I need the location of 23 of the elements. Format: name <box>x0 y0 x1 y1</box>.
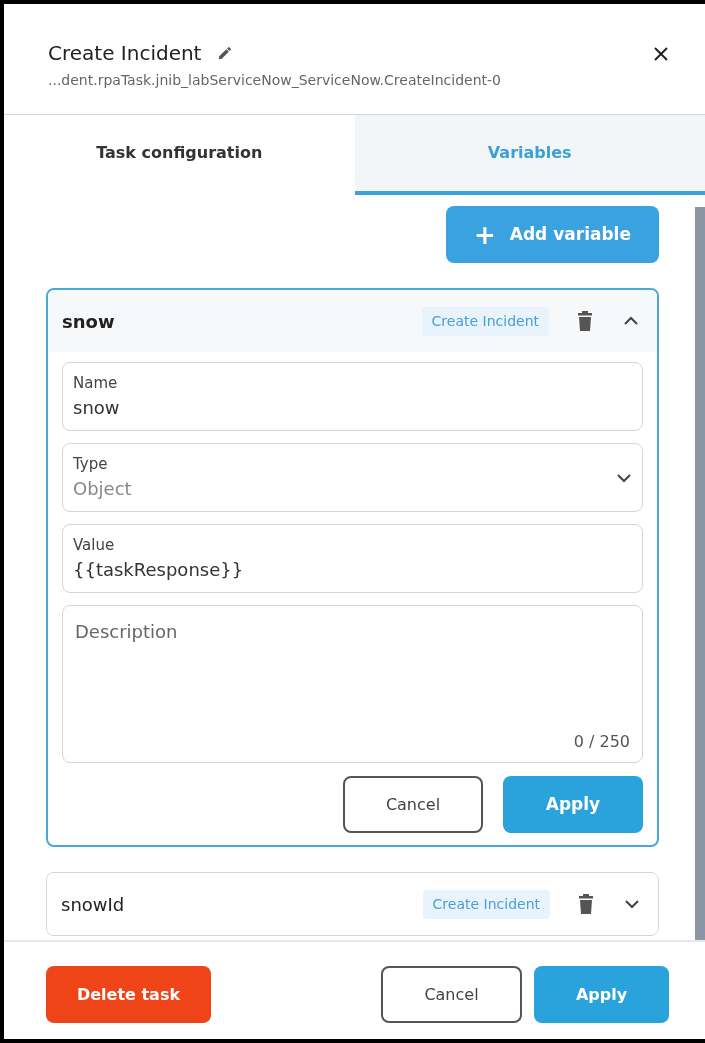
input-field[interactable]: Name snow <box>62 362 643 431</box>
cancel-button[interactable]: Cancel <box>343 776 483 833</box>
variable-name: snow <box>62 309 116 334</box>
trash-icon[interactable] <box>577 311 593 331</box>
input-field[interactable]: Value {{taskResponse}} <box>62 524 643 593</box>
task-path: ...dent.rpaTask.jnib_labServiceNow_ServiceNow.CreateIncident-0 <box>48 71 501 90</box>
task-tag: Create Incident <box>421 306 549 336</box>
description-field[interactable]: Description 0 / 250 <box>62 605 643 763</box>
trash-icon[interactable] <box>578 894 594 914</box>
delete-task-button[interactable]: Delete task <box>46 966 211 1023</box>
character-counter: 0 / 250 <box>573 731 630 753</box>
panel-title: Create Incident <box>48 40 202 67</box>
scrollbar[interactable] <box>695 207 705 940</box>
pencil-icon[interactable] <box>217 45 234 61</box>
dropdown-chevron-icon[interactable] <box>616 472 632 483</box>
cancel-button[interactable]: Cancel <box>381 966 522 1023</box>
type-dropdown[interactable]: Type Object <box>62 443 643 512</box>
chevron-down-icon[interactable] <box>624 899 640 909</box>
task-tag: Create Incident <box>422 889 550 919</box>
variable-name: snowId <box>61 892 126 917</box>
plus-icon: + <box>474 221 496 248</box>
chevron-up-icon[interactable] <box>623 316 639 326</box>
close-icon[interactable] <box>653 46 669 62</box>
